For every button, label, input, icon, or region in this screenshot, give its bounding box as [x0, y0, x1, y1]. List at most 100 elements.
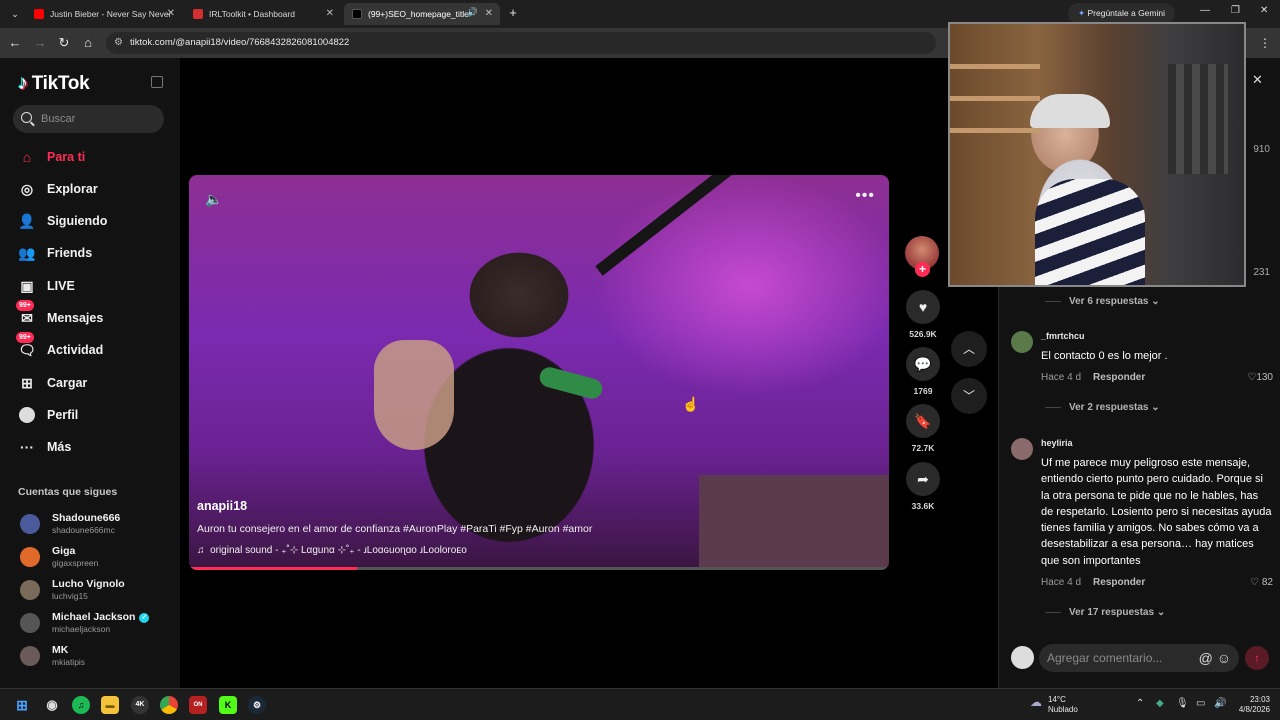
activity-icon: 🗨 99+	[16, 332, 36, 359]
send-comment-button[interactable]: ↑	[1245, 646, 1269, 670]
nav-label: Actividad	[47, 343, 104, 357]
view-replies-button[interactable]: Ver 2 respuestas ⌄	[1045, 402, 1160, 413]
reply-button[interactable]: Responder	[1093, 372, 1145, 383]
nav-perfil[interactable]: Perfil	[18, 404, 78, 426]
account-handle: luchvig15	[52, 591, 88, 601]
site-info-icon[interactable]: ⚙	[114, 32, 123, 54]
comment-username[interactable]: _fmrtchcu	[1041, 331, 1085, 341]
video-progress-bar[interactable]	[189, 567, 889, 570]
close-tab-icon[interactable]: ✕	[167, 8, 175, 19]
nav-mas[interactable]: ··· Más	[18, 436, 71, 458]
streaming-app-icon[interactable]: ON	[189, 696, 207, 714]
like-button[interactable]: ♥ 526.9K	[905, 290, 941, 339]
nav-actividad[interactable]: 🗨 99+ Actividad	[16, 332, 104, 361]
video-player[interactable]: 🔈 ••• anapii18 Auron tu consejero en el …	[189, 175, 889, 570]
followed-account[interactable]: Shadoune666 shadoune666mc	[20, 510, 120, 538]
reply-button[interactable]: Responder	[1093, 577, 1145, 588]
browser-menu-icon[interactable]: ⋮	[1256, 34, 1274, 52]
save-count: 72.7K	[911, 443, 935, 453]
network-icon[interactable]: ▭	[1196, 698, 1205, 709]
comment-username[interactable]: heyliria	[1041, 438, 1073, 448]
search-input[interactable]: Buscar	[13, 105, 164, 133]
file-explorer-icon[interactable]: ▬	[101, 696, 119, 714]
home-icon[interactable]: ⌂	[79, 34, 97, 52]
tray-chevron-icon[interactable]: ⌃	[1136, 698, 1144, 709]
followed-account[interactable]: Lucho Vignolo luchvig15	[20, 576, 125, 604]
save-button[interactable]: 🔖 72.7K	[905, 404, 941, 453]
new-tab-icon[interactable]: +	[504, 4, 522, 22]
comment-like-button[interactable]: ♡ 82	[1250, 577, 1273, 588]
system-clock[interactable]: 23:03 4/8/2026	[1230, 695, 1270, 715]
nav-explorar[interactable]: ◎ Explorar	[18, 178, 98, 200]
messages-icon: ✉ 99+	[16, 300, 36, 327]
follow-plus-icon[interactable]: +	[915, 262, 930, 277]
weather-widget[interactable]: ☁ 14°C Nublado	[1030, 695, 1078, 715]
messages-badge: 99+	[16, 300, 34, 311]
close-tab-icon[interactable]: ✕	[326, 8, 334, 19]
nav-live[interactable]: ▣ LIVE	[18, 275, 74, 297]
avatar[interactable]	[1011, 438, 1033, 460]
sound-title: original sound - ₊˚⊹ Lαgunα ⊹˚₊ - ɹLᴏɑɢu…	[210, 545, 467, 556]
tiktok-favicon-icon	[352, 9, 362, 19]
forward-icon[interactable]: →	[31, 34, 49, 52]
video-more-icon[interactable]: •••	[855, 187, 875, 205]
nav-label: Perfil	[47, 408, 79, 422]
next-video-button[interactable]: ﹀	[951, 378, 987, 414]
nav-cargar[interactable]: ⊞ Cargar	[18, 372, 87, 394]
gemini-button[interactable]: ✦ Pregúntale a Gemini	[1068, 3, 1175, 24]
followed-account[interactable]: Giga gigaxspreen	[20, 543, 98, 571]
avatar[interactable]	[1011, 331, 1033, 353]
view-replies-button[interactable]: Ver 17 respuestas ⌄	[1045, 607, 1165, 618]
close-tab-icon[interactable]: ✕	[485, 8, 493, 19]
collapse-sidebar-icon[interactable]	[151, 76, 163, 88]
tray-app-icon[interactable]: ◆	[1156, 698, 1164, 709]
view-replies-button[interactable]: Ver 6 respuestas ⌄	[1045, 296, 1160, 307]
upload-icon: ⊞	[21, 374, 33, 391]
home-icon: ⌂	[22, 149, 32, 165]
reload-icon[interactable]: ↻	[55, 34, 73, 52]
minimize-icon[interactable]: —	[1200, 5, 1210, 16]
spotify-icon[interactable]: ♫	[72, 696, 90, 714]
microphone-icon[interactable]: 🎙	[1176, 698, 1189, 709]
tab-tiktok[interactable]: (99+)SEO_homepage_title 🔊 ✕	[344, 3, 500, 25]
tab-irltoolkit[interactable]: IRLToolkit • Dashboard ✕	[185, 3, 341, 25]
picture-in-picture-window[interactable]	[948, 22, 1246, 287]
nav-para-ti[interactable]: ⌂ Para ti	[18, 146, 85, 168]
profile-icon	[18, 406, 36, 424]
comment-input[interactable]: Agregar comentario... @ ☺	[1039, 644, 1239, 672]
restore-icon[interactable]: ❐	[1231, 5, 1240, 16]
nav-mensajes[interactable]: ✉ 99+ Mensajes	[16, 300, 103, 329]
tiktok-logo[interactable]: ♪ TikTok	[18, 72, 90, 95]
speaker-icon[interactable]: 🔊	[1214, 698, 1226, 709]
kick-icon[interactable]: K	[219, 696, 237, 714]
nav-siguiendo[interactable]: 👤 Siguiendo	[18, 210, 107, 232]
chrome-icon[interactable]	[160, 696, 178, 714]
windows-start-icon[interactable]: ⊞	[13, 696, 31, 714]
volume-icon[interactable]: 🔈	[205, 191, 222, 208]
back-icon[interactable]: ←	[6, 34, 24, 52]
audio-playing-icon[interactable]: 🔊	[467, 7, 478, 18]
comment-like-button[interactable]: ♡130	[1247, 372, 1273, 383]
video-sound[interactable]: ♫ original sound - ₊˚⊹ Lαgunα ⊹˚₊ - ɹLᴏɑ…	[197, 545, 467, 556]
nav-friends[interactable]: 👥 Friends	[18, 242, 92, 264]
previous-video-button[interactable]: ︿	[951, 331, 987, 367]
avatar	[20, 580, 40, 600]
verified-badge-icon: ✓	[139, 612, 150, 623]
url-bar[interactable]: ⚙ tiktok.com/@anapii18/video/76684328260…	[106, 32, 936, 54]
partial-like-count: 910	[1253, 144, 1270, 155]
followed-account[interactable]: Michael Jackson ✓ michaeljackson	[20, 609, 150, 637]
4k-app-icon[interactable]: 4K	[131, 696, 149, 714]
share-button[interactable]: ➦ 33.6K	[905, 462, 941, 511]
comment-icon: 💬	[906, 347, 940, 381]
pip-close-icon[interactable]: ✕	[1252, 72, 1263, 88]
obs-icon[interactable]: ◉	[43, 696, 61, 714]
window-close-icon[interactable]: ✕	[1260, 5, 1268, 16]
tab-search-chevron-icon[interactable]: ⌄	[6, 5, 24, 23]
pip-scene-shelf	[950, 64, 1040, 69]
tab-youtube[interactable]: Justin Bieber - Never Say Never ✕	[26, 3, 182, 25]
followed-account[interactable]: MK mkiatipis	[20, 642, 85, 670]
video-author[interactable]: anapii18	[197, 499, 247, 513]
comment-button[interactable]: 💬 1769	[905, 347, 941, 396]
steam-icon[interactable]: ⚙	[248, 696, 266, 714]
mention-emoji-icons[interactable]: @ ☺	[1199, 644, 1231, 672]
